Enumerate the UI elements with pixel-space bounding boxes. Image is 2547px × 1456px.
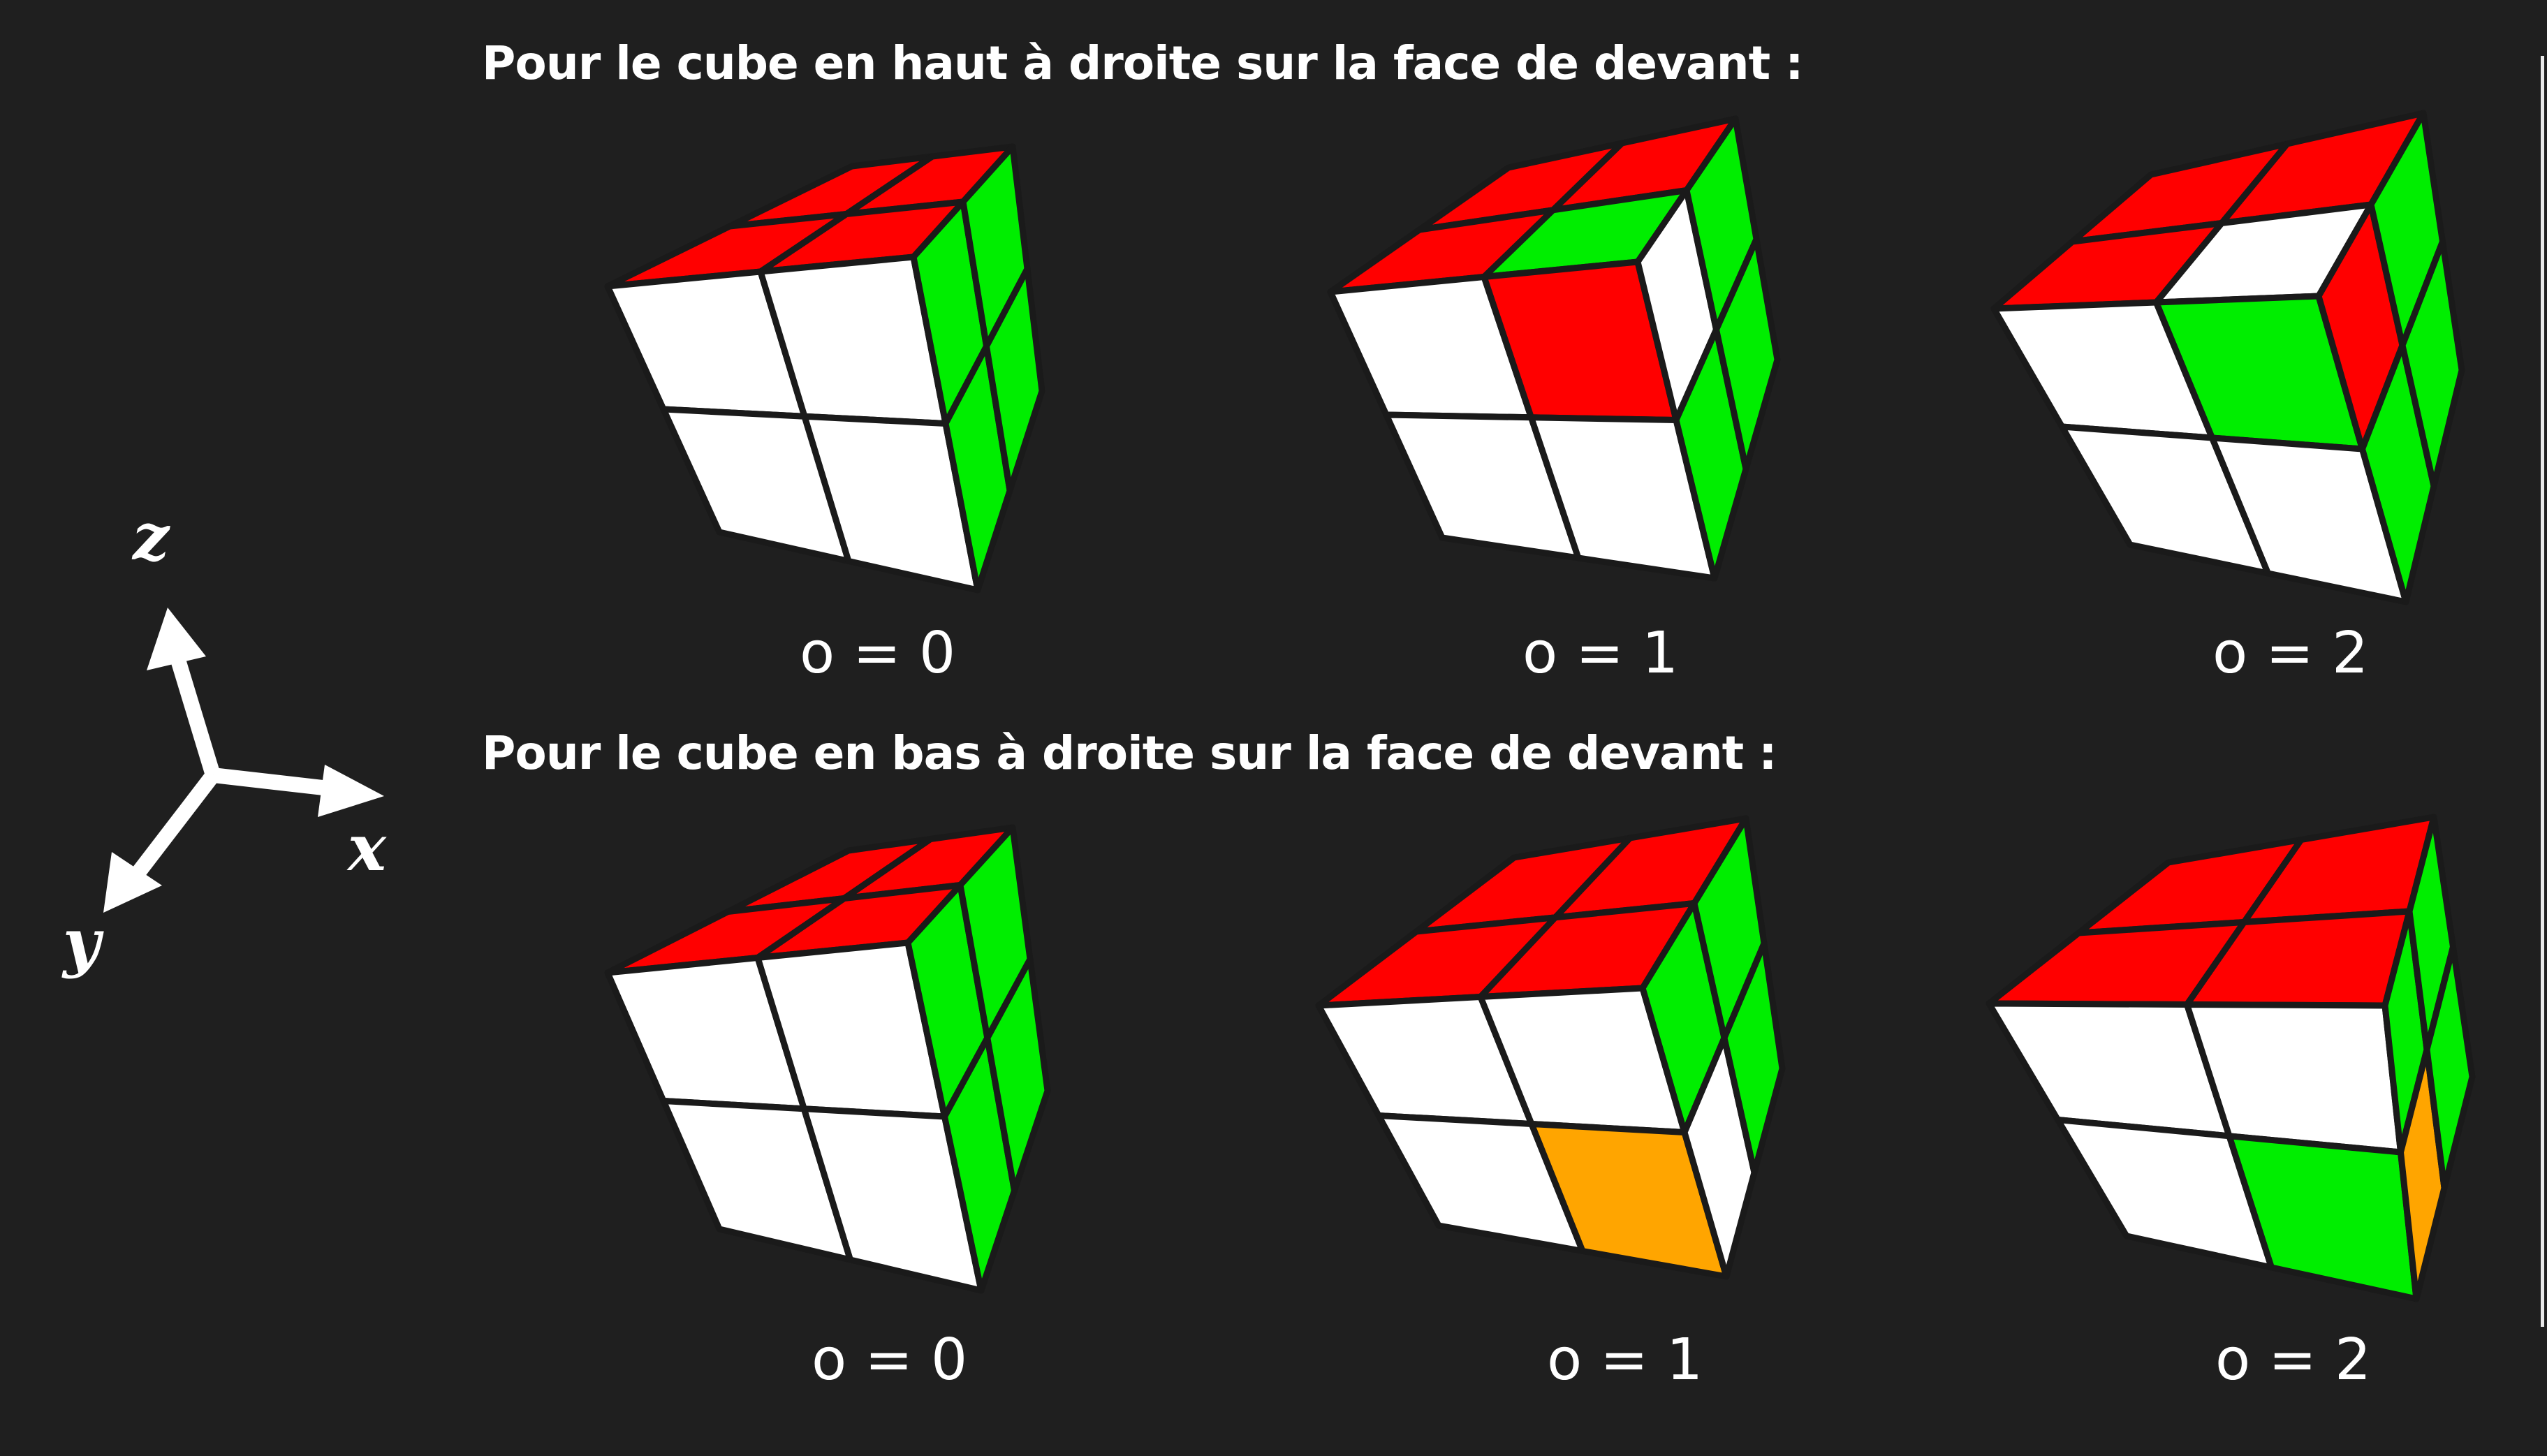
rubiks-cube-5 — [1315, 815, 1786, 1280]
front-face-sticker — [2226, 1133, 2420, 1302]
cube-layer — [604, 110, 2476, 1302]
orientation-label: o = 1 — [1522, 620, 1679, 686]
right-border-line — [2541, 56, 2544, 1327]
orientation-label: o = 2 — [2215, 1327, 2372, 1393]
orientation-label: o = 1 — [1547, 1327, 1703, 1393]
rubiks-cube-6 — [1986, 814, 2476, 1302]
orientation-label: o = 0 — [800, 620, 956, 686]
orientation-label: o = 2 — [2212, 620, 2369, 686]
rubiks-cube-4 — [604, 824, 1051, 1294]
rubiks-cube-3 — [1990, 110, 2465, 605]
rubiks-cube-2 — [1327, 115, 1781, 582]
rubiks-cube-1 — [604, 143, 1045, 594]
orientation-label: o = 0 — [812, 1327, 968, 1393]
